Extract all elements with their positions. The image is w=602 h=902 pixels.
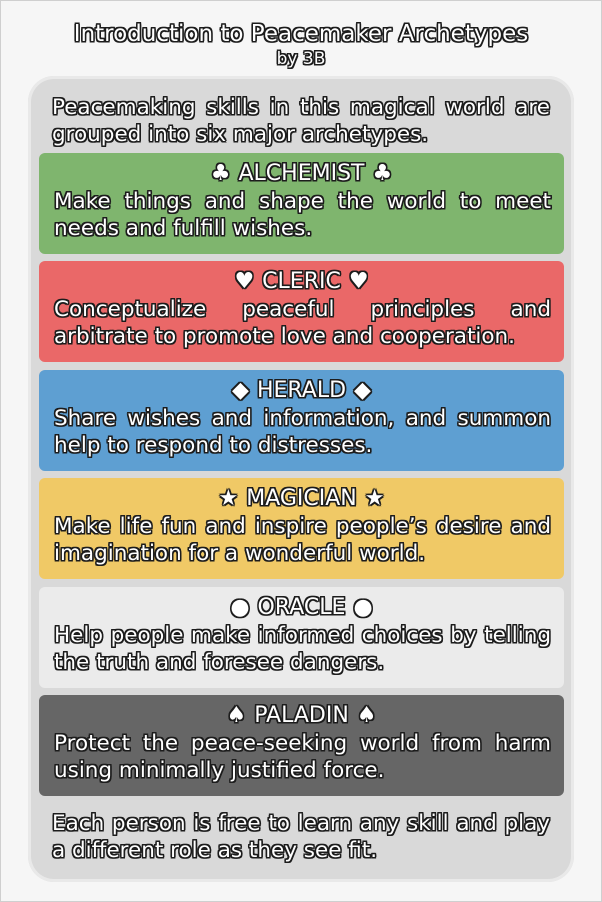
diamond-icon: ◆ (232, 378, 249, 403)
archetype-name: HERALD (256, 378, 347, 403)
archetype-heading: ● ORACLE ● (39, 594, 564, 622)
heart-icon: ♥ (234, 269, 255, 294)
archetype-card-alchemist: ♣ ALCHEMIST ♣ Make things and shape the wo… (39, 153, 564, 254)
archetype-name: PALADIN (254, 703, 349, 728)
archetype-card-magician: ★ MAGICIAN ★ Make life fun and inspire peo… (39, 478, 564, 579)
archetype-card-herald: ◆ HERALD ◆ Share wishes and information, a… (39, 370, 564, 471)
archetype-heading: ♠ PALADIN ♠ (39, 702, 564, 730)
archetype-card-oracle: ● ORACLE ● Help people make informed choic… (39, 587, 564, 688)
circle-icon: ● (230, 595, 250, 620)
archetype-heading: ♥ CLERIC ♥ (39, 268, 564, 296)
archetype-description: Conceptualize peaceful principles and ar… (54, 297, 551, 349)
club-icon: ♣ (372, 161, 393, 186)
archetype-name: ORACLE (257, 595, 346, 620)
diamond-icon: ◆ (354, 378, 371, 403)
archetype-name: MAGICIAN (246, 486, 357, 511)
page-subtitle: by 3B (276, 49, 326, 69)
outro-text: Each person is free to learn any skill a… (52, 811, 550, 863)
circle-icon: ● (353, 595, 373, 620)
archetype-heading: ♣ ALCHEMIST ♣ (39, 160, 564, 188)
spade-icon: ♠ (356, 703, 377, 728)
archetype-heading: ◆ HERALD ◆ (39, 377, 564, 405)
archetype-name: CLERIC (262, 269, 341, 294)
page-title: Introduction to Peacemaker Archetypes (73, 21, 529, 47)
intro-text: Peacemaking skills in this magical world… (52, 95, 550, 147)
archetype-heading: ★ MAGICIAN ★ (39, 485, 564, 513)
spade-icon: ♠ (226, 703, 247, 728)
archetype-name: ALCHEMIST (238, 161, 365, 186)
archetype-description: Protect the peace-seeking world from har… (54, 731, 551, 783)
heart-icon: ♥ (348, 269, 369, 294)
star-icon: ★ (218, 486, 239, 511)
archetype-description: Make life fun and inspire people’s desir… (54, 514, 551, 566)
archetype-description: Share wishes and information, and summon… (54, 406, 551, 458)
archetype-card-paladin: ♠ PALADIN ♠ Protect the peace-seeking worl… (39, 695, 564, 796)
star-icon: ★ (364, 486, 385, 511)
archetype-description: Make things and shape the world to meet … (54, 189, 551, 241)
archetype-description: Help people make informed choices by tel… (54, 623, 551, 675)
archetype-card-cleric: ♥ CLERIC ♥ Conceptualize peaceful principl… (39, 261, 564, 362)
club-icon: ♣ (210, 161, 231, 186)
